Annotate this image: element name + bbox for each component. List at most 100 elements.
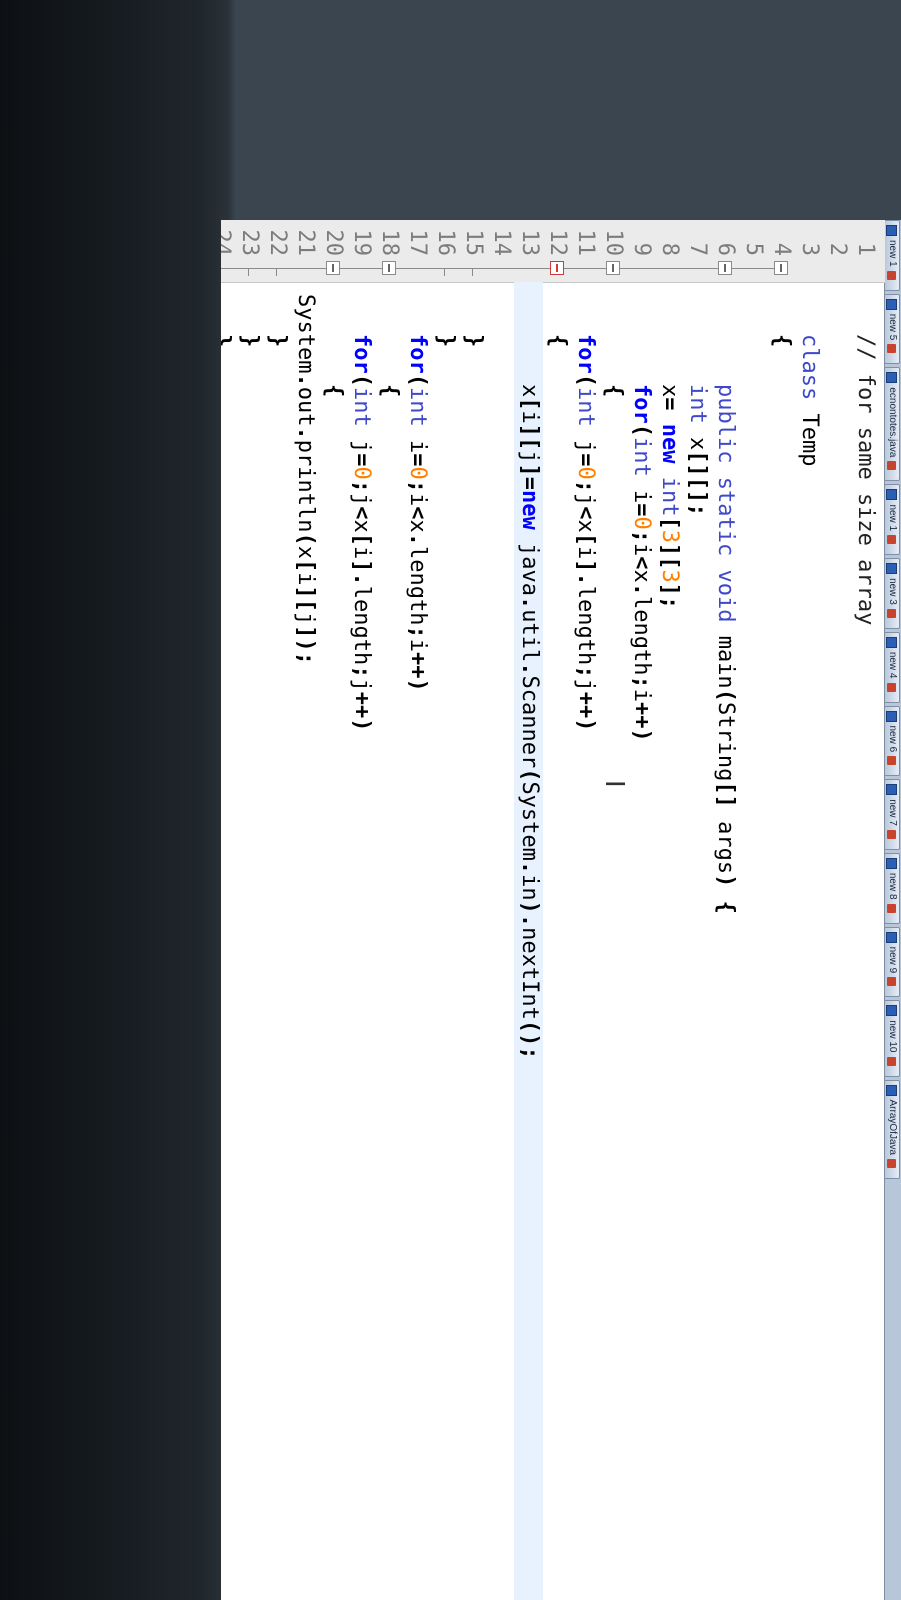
line-number: 17	[405, 229, 430, 257]
fold-toggle-icon[interactable]	[326, 261, 340, 275]
code-line[interactable]: {	[543, 334, 571, 347]
tab-8[interactable]: new 7	[885, 779, 900, 850]
code-line[interactable]: {	[319, 384, 347, 397]
line-number: 16	[433, 229, 458, 257]
line-number: 24	[221, 229, 234, 257]
close-tab-icon[interactable]	[887, 903, 897, 913]
code-line[interactable]: for(int j=0;j<x[i].length;j++)	[571, 334, 599, 731]
close-tab-icon[interactable]	[887, 1159, 897, 1169]
line-number: 3	[797, 242, 822, 256]
fold-end-marker	[276, 268, 277, 276]
code-line[interactable]: public static void main(String[] args) {	[711, 384, 739, 914]
close-tab-icon[interactable]	[887, 756, 897, 766]
tab-label: new 1	[887, 240, 898, 267]
tab-label: new 3	[887, 578, 898, 605]
close-tab-icon[interactable]	[887, 977, 897, 987]
line-number: 15	[461, 229, 486, 257]
line-number: 6	[713, 242, 738, 256]
tab-6[interactable]: new 4	[885, 631, 900, 703]
fold-toggle-icon[interactable]	[382, 261, 396, 275]
fold-toggle-icon[interactable]	[550, 261, 564, 275]
file-icon	[886, 931, 898, 943]
file-icon	[886, 563, 898, 575]
line-number: 8	[657, 242, 682, 256]
code-line[interactable]: {	[599, 384, 627, 397]
line-number: 10	[601, 229, 626, 257]
code-line[interactable]: x= new int[3][3];	[655, 384, 683, 609]
fold-toggle-icon[interactable]	[718, 261, 732, 275]
tab-label: new 8	[887, 872, 898, 900]
file-icon	[886, 857, 898, 869]
tab-12[interactable]: ArrayOfJava	[885, 1079, 900, 1180]
code-line[interactable]: class Temp	[795, 334, 823, 466]
line-number: 5	[741, 242, 766, 256]
code-editor-window[interactable]: new 1 new 5 ecnontotes.java new 1 new 3 new 4…	[221, 220, 901, 1600]
tab-10[interactable]: new 9	[885, 926, 900, 998]
tab-2[interactable]: new 5	[885, 293, 900, 365]
fold-margin	[221, 258, 885, 280]
file-icon	[886, 1084, 898, 1096]
tab-bar: new 1 new 5 ecnontotes.java new 1 new 3 new 4…	[884, 220, 901, 1600]
close-tab-icon[interactable]	[887, 344, 897, 354]
line-number: 18	[377, 229, 402, 257]
tab-label: new 1	[887, 504, 898, 532]
fold-end-marker	[444, 268, 445, 276]
line-number: 1	[853, 242, 878, 256]
fold-toggle-icon[interactable]	[606, 261, 620, 275]
tab-label: ArrayOfJava	[887, 1099, 898, 1156]
code-line[interactable]: }	[459, 334, 487, 347]
code-line[interactable]: }	[263, 334, 291, 347]
tab-label: new 7	[887, 799, 898, 826]
tab-11[interactable]: new 10	[885, 1000, 900, 1077]
line-number: 22	[265, 229, 290, 257]
tab-1[interactable]: new 1	[885, 220, 900, 291]
tab-4[interactable]: new 1	[885, 484, 900, 556]
code-line[interactable]: }	[235, 334, 263, 347]
code-line[interactable]: int x[][];	[683, 384, 711, 517]
line-number: 11	[573, 229, 598, 257]
fold-end-marker	[472, 268, 473, 276]
tab-label: new 4	[887, 651, 898, 679]
code-line[interactable]: for(int i=0;i<x.length;i++)	[403, 334, 431, 692]
file-icon	[886, 489, 898, 501]
tab-label: new 6	[887, 725, 898, 753]
tab-5[interactable]: new 3	[885, 558, 900, 629]
file-icon	[886, 372, 898, 384]
code-line[interactable]: {	[767, 334, 795, 347]
fold-end-marker	[248, 268, 249, 276]
file-icon	[886, 710, 898, 722]
tab-9[interactable]: new 8	[885, 852, 900, 924]
code-line[interactable]: for(int i=0;i<x.length;i++)	[627, 384, 655, 742]
close-tab-icon[interactable]	[887, 1056, 897, 1066]
code-line[interactable]: // for same size array	[851, 334, 879, 625]
fold-guide	[277, 268, 333, 269]
line-number: 13	[517, 229, 542, 257]
tab-label: new 5	[887, 313, 898, 341]
close-tab-icon[interactable]	[887, 682, 897, 692]
file-icon	[886, 784, 898, 796]
line-number: 23	[237, 229, 262, 257]
line-number: 20	[321, 229, 346, 257]
tab-7[interactable]: new 6	[885, 705, 900, 777]
line-number: 21	[293, 229, 318, 257]
file-icon	[886, 298, 898, 310]
file-icon	[886, 1005, 898, 1017]
code-area[interactable]: // for same size array class Temp{public …	[221, 282, 885, 1600]
line-number: 12	[545, 229, 570, 257]
code-line[interactable]: x[i][j]=new java.util.Scanner(System.in)…	[515, 384, 543, 1060]
fold-toggle-icon[interactable]	[774, 261, 788, 275]
close-tab-icon[interactable]	[887, 270, 897, 280]
close-tab-icon[interactable]	[887, 535, 897, 545]
tab-3[interactable]: ecnontotes.java	[885, 367, 900, 482]
close-tab-icon[interactable]	[887, 608, 897, 618]
fold-guide	[473, 268, 557, 269]
photo-background: new 1 new 5 ecnontotes.java new 1 new 3 new 4…	[0, 0, 901, 1600]
code-line[interactable]: for(int j=0;j<x[i].length;j++)	[347, 334, 375, 731]
code-line[interactable]: System.out.println(x[i][j]);	[291, 294, 319, 665]
close-tab-icon[interactable]	[887, 461, 897, 471]
code-line[interactable]: }	[221, 334, 235, 347]
code-line[interactable]: {	[375, 384, 403, 397]
close-tab-icon[interactable]	[887, 829, 897, 839]
code-line[interactable]: }	[431, 334, 459, 347]
tab-label: new 9	[887, 946, 898, 974]
